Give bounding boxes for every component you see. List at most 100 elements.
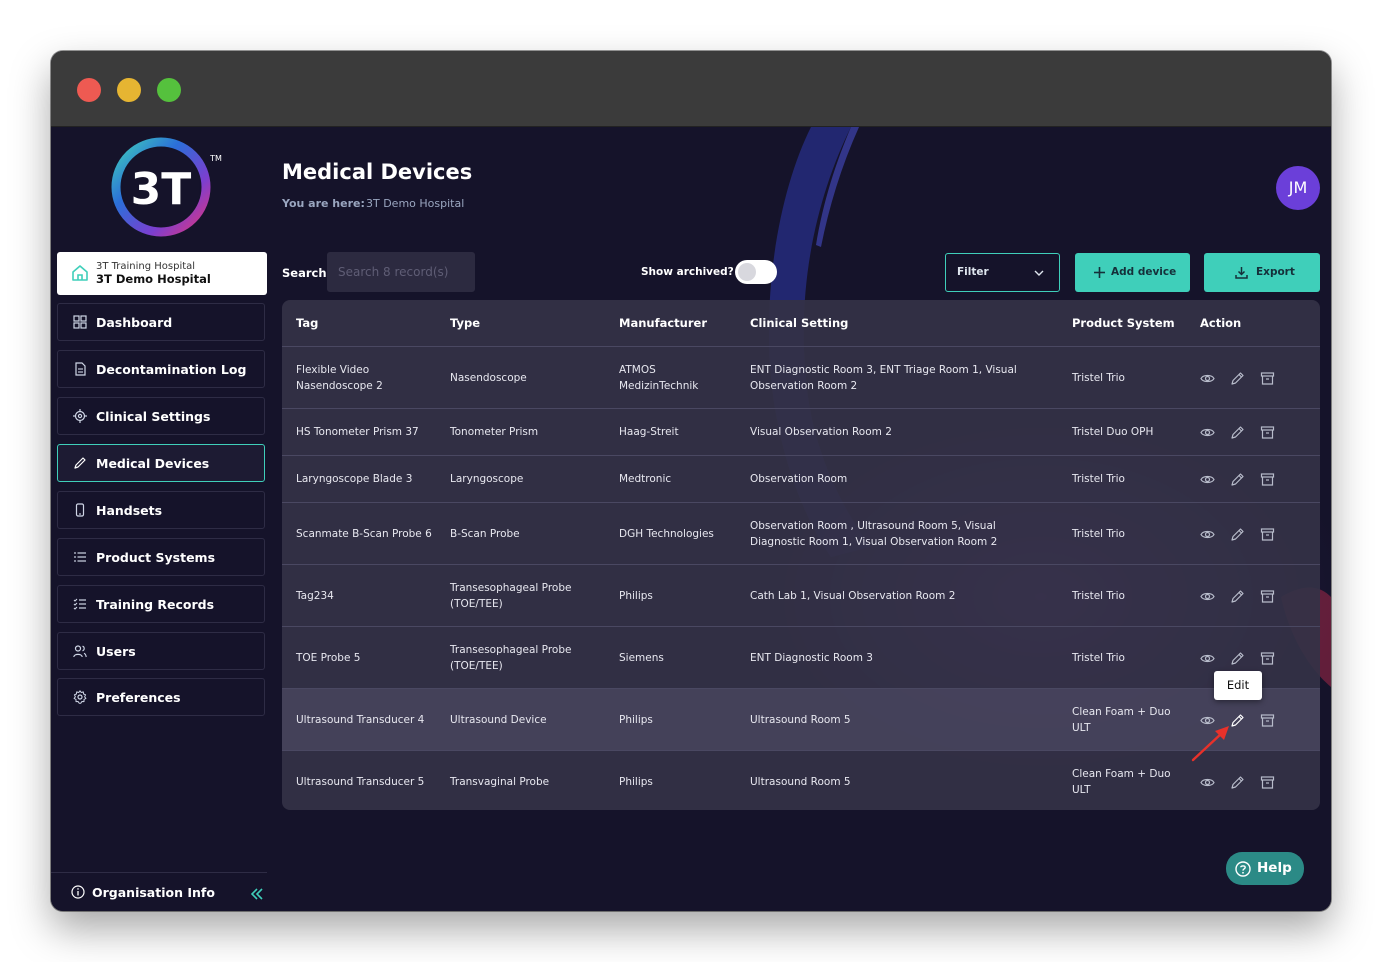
sidebar-item-label: Decontamination Log xyxy=(96,362,247,377)
sidebar-item-label: Users xyxy=(96,644,136,659)
organisation-info-link[interactable]: Organisation Info xyxy=(71,885,215,900)
table-row[interactable]: Ultrasound Transducer 5 Transvaginal Prob… xyxy=(282,751,1320,810)
view-icon[interactable] xyxy=(1200,425,1215,440)
hospital-selector[interactable]: 3T Training Hospital 3T Demo Hospital xyxy=(57,252,267,295)
archive-icon[interactable] xyxy=(1260,589,1275,604)
sidebar-item-handsets[interactable]: Handsets xyxy=(57,491,265,529)
cell-clinical-setting: Observation Room xyxy=(750,473,848,485)
cell-type: Transvaginal Probe xyxy=(450,775,550,788)
table-row[interactable]: Flexible Video Nasendoscope 2 Nasendoscop… xyxy=(282,347,1320,409)
collapse-sidebar-icon[interactable] xyxy=(250,887,264,901)
view-icon[interactable] xyxy=(1200,371,1215,386)
help-button[interactable]: Help xyxy=(1226,852,1304,885)
column-header-product-system[interactable]: Product System xyxy=(1072,316,1175,330)
cell-type: Laryngoscope xyxy=(450,473,524,485)
row-actions xyxy=(1200,456,1310,502)
sidebar-item-dashboard[interactable]: Dashboard xyxy=(57,303,265,341)
target-icon xyxy=(73,409,87,423)
view-icon[interactable] xyxy=(1200,527,1215,542)
app-content: 3T TM 3T Training Hospital 3T Demo Hospi… xyxy=(51,127,1331,911)
cell-manufacturer: Siemens xyxy=(619,651,664,664)
window-titlebar xyxy=(51,51,1331,127)
sidebar-item-training-records[interactable]: Training Records xyxy=(57,585,265,623)
edit-icon[interactable] xyxy=(1230,527,1245,542)
edit-icon[interactable] xyxy=(1230,651,1245,666)
table-row[interactable]: Laryngoscope Blade 3 Laryngoscope Medtroni… xyxy=(282,456,1320,503)
show-archived-label: Show archived? xyxy=(641,266,734,278)
column-header-clinical-setting[interactable]: Clinical Setting xyxy=(750,316,848,330)
download-icon xyxy=(1235,267,1248,279)
table-row[interactable]: TOE Probe 5 Transesophageal Probe (TOE/TE… xyxy=(282,627,1320,689)
breadcrumb[interactable]: 3T Demo Hospital xyxy=(366,197,464,210)
archive-icon[interactable] xyxy=(1260,775,1275,790)
close-window-button[interactable] xyxy=(77,78,101,102)
gear-icon xyxy=(73,690,87,704)
cell-type: B-Scan Probe xyxy=(450,527,520,540)
cell-manufacturer: DGH Technologies xyxy=(619,527,714,540)
search-input[interactable] xyxy=(327,252,475,292)
cell-clinical-setting: ENT Diagnostic Room 3, ENT Triage Room 1… xyxy=(750,363,1017,392)
table-row[interactable]: Scanmate B-Scan Probe 6 B-Scan Probe DGH T… xyxy=(282,503,1320,565)
view-icon[interactable] xyxy=(1200,775,1215,790)
edit-icon[interactable] xyxy=(1230,371,1245,386)
phone-icon xyxy=(75,503,85,517)
table-row[interactable]: HS Tonometer Prism 37 Tonometer Prism Haag… xyxy=(282,409,1320,456)
sidebar-item-medical-devices[interactable]: Medical Devices xyxy=(57,444,265,482)
export-label: Export xyxy=(1256,266,1295,278)
info-icon xyxy=(71,885,85,899)
filter-dropdown[interactable]: Filter xyxy=(945,253,1060,292)
sidebar-item-clinical-settings[interactable]: Clinical Settings xyxy=(57,397,265,435)
edit-icon[interactable] xyxy=(1230,425,1245,440)
cell-tag: TOE Probe 5 xyxy=(296,651,361,664)
archive-icon[interactable] xyxy=(1260,425,1275,440)
archive-icon[interactable] xyxy=(1260,651,1275,666)
column-header-action: Action xyxy=(1200,316,1242,330)
annotation-arrow-icon xyxy=(1191,726,1229,762)
cell-clinical-setting: Ultrasound Room 5 xyxy=(750,713,851,726)
pencil-icon xyxy=(74,457,86,469)
sidebar-divider xyxy=(51,872,267,873)
help-icon xyxy=(1235,861,1251,877)
cell-product-system: Tristel Trio xyxy=(1072,527,1125,540)
edit-icon[interactable] xyxy=(1230,472,1245,487)
organisation-info-label: Organisation Info xyxy=(92,885,215,900)
edit-icon[interactable] xyxy=(1230,589,1245,604)
maximize-window-button[interactable] xyxy=(157,78,181,102)
cell-product-system: Clean Foam + Duo ULT xyxy=(1072,705,1171,734)
hospital-group-name: 3T Training Hospital xyxy=(96,261,196,272)
hospital-name: 3T Demo Hospital xyxy=(96,272,211,286)
cell-tag: Ultrasound Transducer 5 xyxy=(296,775,425,788)
table-row[interactable]: Ultrasound Transducer 4 Ultrasound Device… xyxy=(282,689,1320,751)
cell-clinical-setting: Ultrasound Room 5 xyxy=(750,775,851,788)
sidebar-item-label: Training Records xyxy=(96,597,215,612)
cell-manufacturer: ATMOS MedizinTechnik xyxy=(619,363,699,392)
help-label: Help xyxy=(1257,860,1292,876)
cell-clinical-setting: Cath Lab 1, Visual Observation Room 2 xyxy=(750,589,956,602)
archive-icon[interactable] xyxy=(1260,371,1275,386)
sidebar-item-users[interactable]: Users xyxy=(57,632,265,670)
cell-type: Ultrasound Device xyxy=(450,713,547,726)
archive-icon[interactable] xyxy=(1260,472,1275,487)
archive-icon[interactable] xyxy=(1260,527,1275,542)
column-header-manufacturer[interactable]: Manufacturer xyxy=(619,316,707,330)
column-header-tag[interactable]: Tag xyxy=(296,316,318,330)
export-button[interactable]: Export xyxy=(1204,253,1320,292)
avatar[interactable]: JM xyxy=(1276,166,1320,210)
search-label: Search xyxy=(282,266,327,280)
cell-type: Transesophageal Probe (TOE/TEE) xyxy=(450,643,572,672)
view-icon[interactable] xyxy=(1200,589,1215,604)
view-icon[interactable] xyxy=(1200,651,1215,666)
column-header-type[interactable]: Type xyxy=(450,316,480,330)
sidebar-item-preferences[interactable]: Preferences xyxy=(57,678,265,716)
show-archived-toggle[interactable] xyxy=(735,260,777,284)
view-icon[interactable] xyxy=(1200,472,1215,487)
sidebar-item-product-systems[interactable]: Product Systems xyxy=(57,538,265,576)
plus-icon xyxy=(1094,267,1105,278)
sidebar-item-decontamination-log[interactable]: Decontamination Log xyxy=(57,350,265,388)
minimize-window-button[interactable] xyxy=(117,78,141,102)
add-device-button[interactable]: Add device xyxy=(1075,253,1190,292)
cell-clinical-setting: ENT Diagnostic Room 3 xyxy=(750,651,873,664)
table-row[interactable]: Tag234 Transesophageal Probe (TOE/TEE) Phi… xyxy=(282,565,1320,627)
archive-icon[interactable] xyxy=(1260,713,1275,728)
edit-icon[interactable] xyxy=(1230,775,1245,790)
